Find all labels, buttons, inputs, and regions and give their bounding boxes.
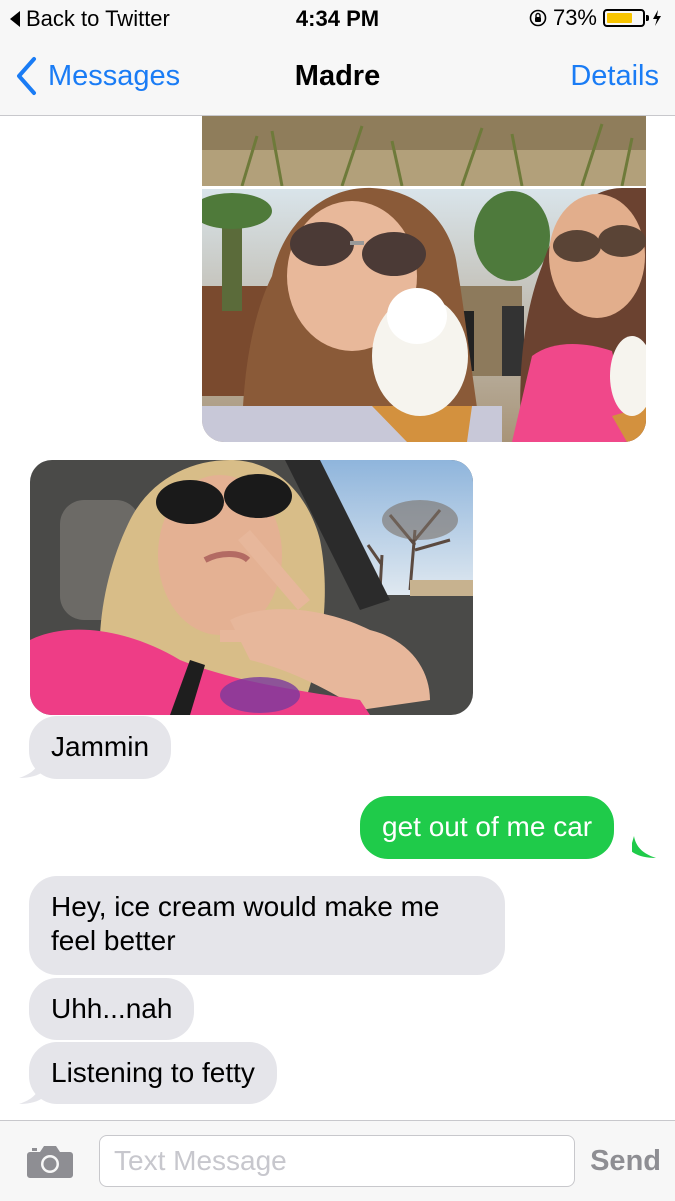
message-text: Jammin <box>51 731 150 762</box>
send-button[interactable]: Send <box>590 1145 661 1178</box>
message-input[interactable] <box>99 1135 575 1187</box>
received-photo-message[interactable] <box>30 460 473 715</box>
ice-cream-selfie-photo <box>202 116 646 442</box>
status-bar: Back to Twitter 4:34 PM 73% <box>0 0 675 38</box>
nav-bar: Messages Madre Details <box>0 38 675 116</box>
message-text: Uhh...nah <box>51 993 173 1024</box>
message-text: get out of me car <box>382 811 593 842</box>
battery-icon <box>603 9 649 27</box>
bubble-tail <box>19 756 43 778</box>
received-message-bubble[interactable]: Jammin <box>29 716 172 779</box>
sent-photo-message[interactable] <box>202 116 646 442</box>
message-text: Listening to fetty <box>51 1057 255 1088</box>
sent-message-bubble[interactable]: get out of me car <box>360 796 615 859</box>
battery-fill <box>607 13 632 23</box>
orientation-lock-icon <box>529 9 547 27</box>
battery-percent: 73% <box>552 5 597 30</box>
car-selfie-photo <box>30 460 473 715</box>
message-thread[interactable]: Jammin get out of me car Hey, ice cream … <box>0 116 675 1120</box>
charging-bolt-icon <box>653 10 661 26</box>
camera-icon[interactable] <box>26 1143 74 1179</box>
bubble-tail <box>632 836 656 858</box>
received-message-bubble[interactable]: Uhh...nah <box>29 978 195 1040</box>
status-indicators: 73% <box>529 5 663 31</box>
received-message-bubble[interactable]: Hey, ice cream would make me feel better <box>29 876 505 975</box>
received-message-bubble[interactable]: Listening to fetty <box>29 1042 277 1104</box>
details-button[interactable]: Details <box>570 60 659 93</box>
compose-bar: Send <box>0 1120 675 1201</box>
bubble-tail <box>19 1082 43 1104</box>
message-text: Hey, ice cream would make me feel better <box>51 891 440 956</box>
